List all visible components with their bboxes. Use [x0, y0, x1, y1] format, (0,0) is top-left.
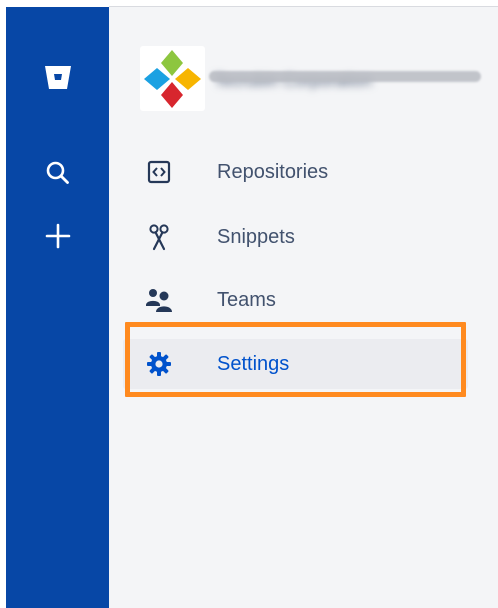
scissors-icon — [123, 223, 195, 251]
container-sidebar: Tecrubin Corporation Repositories — [109, 7, 498, 608]
team-logo-icon — [144, 50, 201, 108]
redaction-bar — [209, 71, 481, 82]
sidebar-item-label: Teams — [217, 288, 276, 311]
sidebar-item-settings[interactable]: Settings — [123, 339, 468, 389]
bitbucket-logo-button[interactable] — [6, 53, 109, 101]
repository-icon — [123, 159, 195, 185]
sidebar-item-label: Snippets — [217, 225, 295, 248]
sidebar-item-label: Settings — [217, 352, 290, 375]
plus-icon — [45, 223, 70, 249]
create-button[interactable] — [6, 213, 109, 259]
search-button[interactable] — [6, 150, 109, 196]
bitbucket-logo-icon — [44, 66, 71, 89]
sidebar-item-repositories[interactable]: Repositories — [123, 147, 468, 197]
search-icon — [46, 161, 69, 184]
screenshot-frame: Tecrubin Corporation Repositories — [0, 0, 498, 608]
people-icon — [123, 287, 195, 313]
team-avatar[interactable] — [140, 46, 205, 111]
sidebar-item-label: Repositories — [217, 160, 329, 183]
global-sidebar — [6, 7, 109, 608]
sidebar-item-teams[interactable]: Teams — [123, 275, 468, 325]
gear-icon — [123, 351, 195, 377]
sidebar-item-snippets[interactable]: Snippets — [123, 212, 468, 262]
